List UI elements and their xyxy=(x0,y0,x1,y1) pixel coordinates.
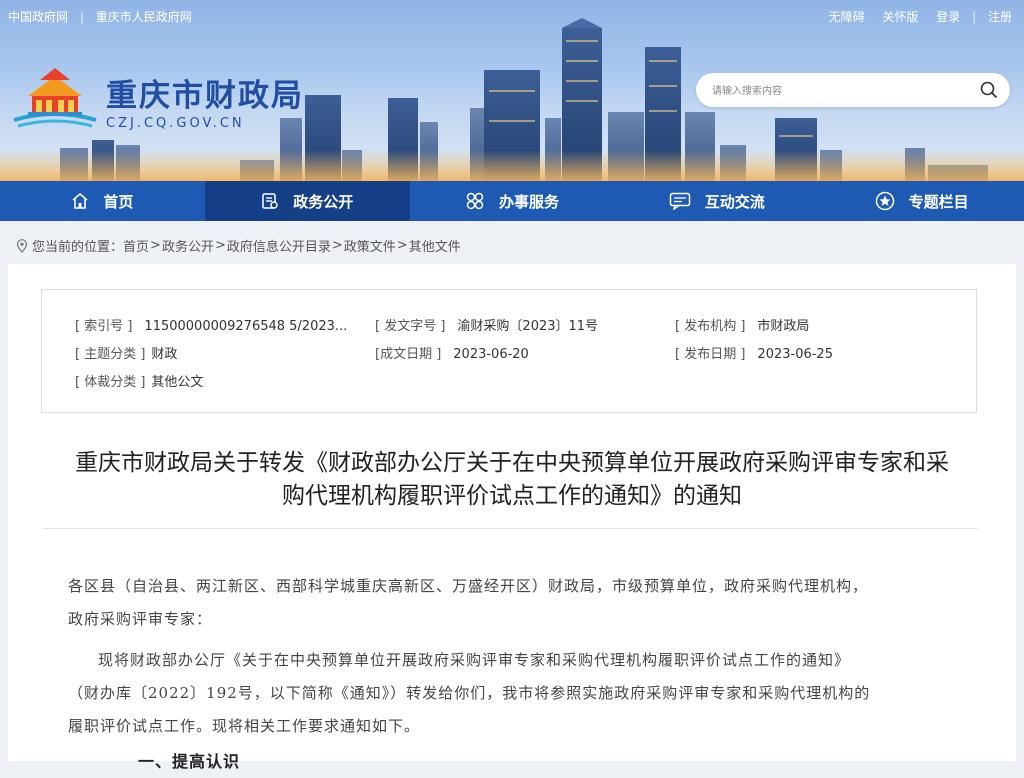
meta-label: [ 发文字号 ] xyxy=(375,319,446,334)
main-nav: 首页 政务公开 办事服务 互动交流 专题栏目 xyxy=(0,181,1024,221)
meta-org: [ 发布机构 ] 市财政局 xyxy=(675,315,809,334)
meta-value: 2023-06-20 xyxy=(453,347,529,362)
search-box xyxy=(696,73,1010,107)
chat-icon xyxy=(669,192,691,210)
paragraph-line: （财办库〔2022〕192号，以下简称《通知》）转发给你们，我市将参照实施政府采… xyxy=(68,684,871,702)
paragraph-line: 履职评价试点工作。现将相关工作要求通知如下。 xyxy=(68,717,421,735)
top-utility-bar: 中国政府网 | 重庆市人民政府网 无障碍 关怀版 登录 | 注册 xyxy=(0,0,1024,30)
meta-label: [ 索引号 ] xyxy=(75,319,133,334)
meta-topic: [ 主题分类 ] 财政 xyxy=(75,343,177,362)
document-title: 重庆市财政局关于转发《财政部办公厅关于在中央预算单位开展政府采购评审专家和采 购… xyxy=(28,447,996,513)
meta-label: [成文日期 ] xyxy=(375,347,442,362)
title-line: 重庆市财政局关于转发《财政部办公厅关于在中央预算单位开展政府采购评审专家和采 xyxy=(75,450,949,476)
home-icon xyxy=(72,192,88,209)
breadcrumb-home[interactable]: 首页 xyxy=(123,236,149,255)
login-link[interactable]: 登录 xyxy=(936,10,960,24)
location-pin-icon xyxy=(16,238,28,253)
nav-item-interaction[interactable]: 互动交流 xyxy=(614,181,819,221)
document-body: 各区县（自治县、两江新区、西部科学城重庆高新区、万盛经开区）财政局，市级预算单位… xyxy=(68,570,968,778)
meta-value: 渝财采购〔2023〕11号 xyxy=(457,319,599,334)
breadcrumb: 您当前的位置： 首页 > 政务公开 > 政府信息公开目录 > 政策文件 > 其他文件 xyxy=(16,236,461,255)
nav-item-services[interactable]: 办事服务 xyxy=(410,181,615,221)
meta-value: 2023-06-25 xyxy=(757,347,833,362)
meta-created-date: [成文日期 ] 2023-06-20 xyxy=(375,343,529,362)
meta-index: [ 索引号 ] 11500000009276548 5/2023... xyxy=(75,315,347,334)
link-separator: | xyxy=(972,10,977,24)
meta-value: 财政 xyxy=(151,347,178,362)
breadcrumb-other-docs[interactable]: 其他文件 xyxy=(409,236,461,255)
paragraph-line: 现将财政部办公厅《关于在中央预算单位开展政府采购评审专家和采购代理机构履职评价试… xyxy=(98,651,851,669)
header-banner: 中国政府网 | 重庆市人民政府网 无障碍 关怀版 登录 | 注册 重庆市财政局 … xyxy=(0,0,1024,181)
site-title[interactable]: 重庆市财政局 xyxy=(106,70,304,115)
meta-label: [ 体裁分类 ] xyxy=(75,375,146,390)
title-line: 购代理机构履职评价试点工作的通知》的通知 xyxy=(282,483,742,509)
finance-bureau-emblem-icon[interactable] xyxy=(10,62,100,132)
nav-label: 互动交流 xyxy=(704,192,765,211)
star-icon xyxy=(875,191,894,211)
paragraph-line: 政府采购评审专家： xyxy=(68,610,213,628)
meta-label: [ 主题分类 ] xyxy=(75,347,146,362)
document-icon xyxy=(262,193,278,209)
meta-genre: [ 体裁分类 ] 其他公文 xyxy=(75,371,203,390)
accessibility-link[interactable]: 无障碍 xyxy=(829,10,865,24)
breadcrumb-prefix: 您当前的位置： xyxy=(32,240,124,255)
meta-value: 市财政局 xyxy=(757,319,810,334)
gov-portal-link[interactable]: 中国政府网 xyxy=(8,10,68,24)
municipal-portal-link[interactable]: 重庆市人民政府网 xyxy=(96,10,192,24)
nav-label: 办事服务 xyxy=(498,192,559,211)
nav-item-special-topics[interactable]: 专题栏目 xyxy=(819,181,1024,221)
nav-label: 政务公开 xyxy=(293,192,354,211)
search-icon[interactable] xyxy=(980,81,998,99)
title-divider xyxy=(43,528,978,529)
nav-label: 专题栏目 xyxy=(908,192,969,211)
breadcrumb-info-catalog[interactable]: 政府信息公开目录 xyxy=(227,236,331,255)
document-metadata-table: [ 索引号 ] 11500000009276548 5/2023... [ 发文字… xyxy=(41,289,977,413)
search-input[interactable] xyxy=(710,81,964,101)
meta-publish-date: [ 发布日期 ] 2023-06-25 xyxy=(675,343,833,362)
meta-label: [ 发布日期 ] xyxy=(675,347,746,362)
breadcrumb-gov-affairs[interactable]: 政务公开 xyxy=(162,236,214,255)
meta-label: [ 发布机构 ] xyxy=(675,319,746,334)
link-separator: | xyxy=(79,10,84,24)
meta-docno: [ 发文字号 ] 渝财采购〔2023〕11号 xyxy=(375,315,598,334)
nav-label: 首页 xyxy=(103,192,134,211)
article-panel: [ 索引号 ] 11500000009276548 5/2023... [ 发文字… xyxy=(8,264,1016,771)
nav-item-government-affairs[interactable]: 政务公开 xyxy=(204,181,410,221)
service-icon xyxy=(466,192,484,210)
site-domain: CZJ.CQ.GOV.CN xyxy=(106,116,245,131)
meta-value: 其他公文 xyxy=(151,375,204,390)
section-heading: 一、提高认识 xyxy=(138,752,241,771)
meta-value: 11500000009276548 5/2023... xyxy=(144,319,348,334)
breadcrumb-policy-docs[interactable]: 政策文件 xyxy=(344,236,396,255)
nav-item-home[interactable]: 首页 xyxy=(0,181,205,221)
elderly-mode-link[interactable]: 关怀版 xyxy=(882,10,918,24)
register-link[interactable]: 注册 xyxy=(988,10,1012,24)
paragraph-line: 各区县（自治县、两江新区、西部科学城重庆高新区、万盛经开区）财政局，市级预算单位… xyxy=(68,577,869,595)
